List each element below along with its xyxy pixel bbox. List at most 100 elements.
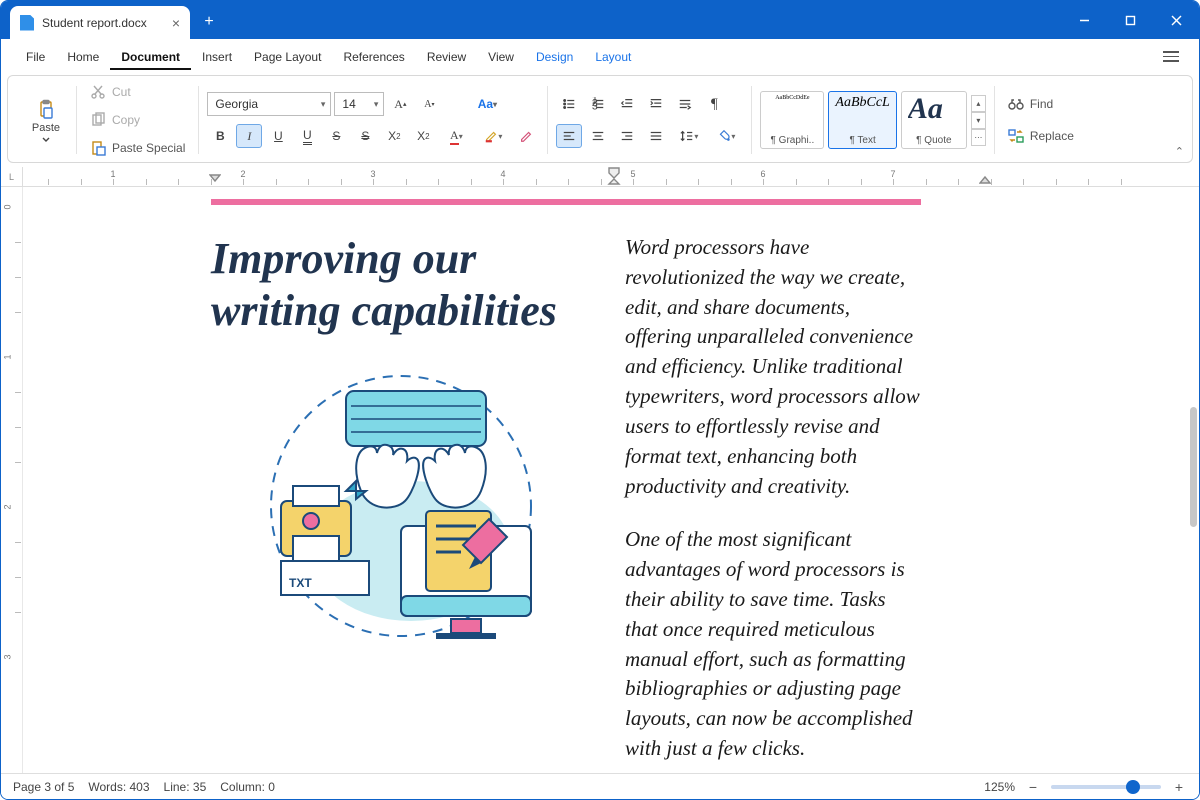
hamburger-icon[interactable]	[1157, 45, 1185, 68]
align-right-button[interactable]	[614, 124, 640, 148]
shading-button[interactable]: ▾	[709, 124, 743, 148]
italic-button[interactable]: I	[236, 124, 262, 148]
numbering-button[interactable]: 123	[585, 92, 611, 116]
status-line: Line: 35	[164, 780, 207, 794]
replace-icon	[1008, 128, 1024, 144]
shrink-font-button[interactable]: A▾	[416, 92, 442, 116]
group-clipboard-ext: Cut Copy Paste Special	[77, 82, 198, 158]
zoom-knob[interactable]	[1126, 780, 1140, 794]
paste-special-button[interactable]: Paste Special	[85, 137, 190, 159]
body-paragraph-2[interactable]: One of the most significant advantages o…	[625, 525, 921, 764]
pilcrow-button[interactable]: ¶	[701, 92, 727, 116]
zoom-slider[interactable]	[1051, 785, 1161, 789]
font-color-button[interactable]: A ▾	[439, 124, 473, 148]
body-paragraph-1[interactable]: Word processors have revolutionized the …	[625, 233, 921, 501]
bold-button[interactable]: B	[207, 124, 233, 148]
style-quote[interactable]: Aa ¶ Quote	[901, 91, 967, 149]
group-clipboard: Paste	[16, 82, 76, 158]
ellipsis-icon[interactable]: ⋯	[971, 129, 986, 146]
svg-text:3: 3	[592, 100, 598, 111]
window-controls	[1061, 1, 1199, 39]
font-name-combo[interactable]: Georgia▾	[207, 92, 331, 116]
superscript-button[interactable]: X2	[381, 124, 407, 148]
ribbon: Paste Cut Copy Paste Special Georgia▾ 14…	[7, 75, 1193, 163]
double-underline-button[interactable]: U	[294, 124, 320, 148]
style-text[interactable]: AaBbCcL ¶ Text	[828, 91, 896, 149]
zoom-value: 125%	[984, 780, 1015, 794]
indent-marker-right[interactable]	[979, 173, 991, 185]
clear-format-button[interactable]	[513, 124, 539, 148]
grow-font-button[interactable]: A▴	[387, 92, 413, 116]
chevron-down-icon: ▾	[374, 99, 379, 110]
indent-marker-column[interactable]	[607, 167, 621, 185]
menu-view[interactable]: View	[477, 44, 525, 70]
close-window-button[interactable]	[1153, 1, 1199, 39]
ltr-button[interactable]	[672, 92, 698, 116]
document-heading[interactable]: Improving our writing capabilities	[211, 233, 591, 337]
align-justify-button[interactable]	[643, 124, 669, 148]
scrollbar-thumb[interactable]	[1190, 407, 1197, 527]
zoom-out-button[interactable]: −	[1025, 779, 1041, 795]
underline-button[interactable]: U	[265, 124, 291, 148]
style-spinner[interactable]: ▴ ▾ ⋯	[971, 95, 986, 146]
document-canvas[interactable]: Improving our writing capabilities	[23, 187, 1199, 773]
replace-button[interactable]: Replace	[1003, 125, 1079, 147]
menu-file[interactable]: File	[15, 44, 56, 70]
chevron-down-icon[interactable]: ▾	[971, 112, 986, 129]
hruler[interactable]: 1 2 3 4 5 6 7	[23, 167, 1199, 187]
statusbar: Page 3 of 5 Words: 403 Line: 35 Column: …	[1, 773, 1199, 799]
group-styles: AaBbCcDdEe ¶ Graphi.. AaBbCcL ¶ Text Aa …	[752, 82, 993, 158]
page: Improving our writing capabilities	[101, 187, 1031, 773]
chevron-down-icon: ▾	[321, 99, 326, 110]
find-button[interactable]: Find	[1003, 93, 1058, 115]
style-graphic[interactable]: AaBbCcDdEe ¶ Graphi..	[760, 91, 824, 149]
maximize-button[interactable]	[1107, 1, 1153, 39]
document-tab[interactable]: Student report.docx ×	[10, 6, 190, 39]
menu-design[interactable]: Design	[525, 44, 584, 70]
menu-document[interactable]: Document	[110, 44, 191, 70]
outdent-button[interactable]	[614, 92, 640, 116]
copy-icon	[90, 112, 106, 128]
double-strike-button[interactable]: S	[352, 124, 378, 148]
paste-icon	[36, 99, 56, 119]
line-spacing-button[interactable]: ▾	[672, 124, 706, 148]
new-tab-button[interactable]: +	[194, 7, 224, 37]
subscript-button[interactable]: X2	[410, 124, 436, 148]
paste-label: Paste	[32, 122, 60, 134]
copy-button[interactable]: Copy	[85, 109, 190, 131]
highlight-button[interactable]: ▾	[476, 124, 510, 148]
strikethrough-button[interactable]: S	[323, 124, 349, 148]
bullets-button[interactable]	[556, 92, 582, 116]
align-left-button[interactable]	[556, 124, 582, 148]
indent-button[interactable]	[643, 92, 669, 116]
menu-layout[interactable]: Layout	[584, 44, 642, 70]
menu-home[interactable]: Home	[56, 44, 110, 70]
status-words: Words: 403	[88, 780, 149, 794]
app-window: Student report.docx × + File Home Docume…	[0, 0, 1200, 800]
menu-insert[interactable]: Insert	[191, 44, 243, 70]
align-center-button[interactable]	[585, 124, 611, 148]
collapse-ribbon-icon[interactable]: ⌃	[1175, 145, 1184, 158]
zoom-in-button[interactable]: +	[1171, 779, 1187, 795]
binoculars-icon	[1008, 96, 1024, 112]
ruler-corner: L	[1, 167, 23, 187]
ruler-horizontal: L 1 2 3 4 5 6 7	[1, 167, 1199, 187]
cut-icon	[90, 84, 106, 100]
chevron-up-icon[interactable]: ▴	[971, 95, 986, 112]
cut-button[interactable]: Cut	[85, 81, 190, 103]
tab-title: Student report.docx	[42, 16, 147, 30]
group-paragraph: 123 ¶ ▾ ▾	[548, 82, 751, 158]
status-column: Column: 0	[220, 780, 275, 794]
close-tab-icon[interactable]: ×	[172, 16, 180, 30]
menubar: File Home Document Insert Page Layout Re…	[1, 39, 1199, 75]
paste-button[interactable]: Paste	[24, 95, 68, 146]
editor-area: 0 1 2 3 Improving our writing capabiliti…	[1, 187, 1199, 773]
minimize-button[interactable]	[1061, 1, 1107, 39]
menu-references[interactable]: References	[332, 44, 415, 70]
change-case-button[interactable]: Aa ▾	[470, 92, 504, 116]
ruler-vertical[interactable]: 0 1 2 3	[1, 187, 23, 773]
group-editing: Find Replace	[995, 82, 1087, 158]
menu-page-layout[interactable]: Page Layout	[243, 44, 332, 70]
font-size-combo[interactable]: 14▾	[334, 92, 384, 116]
menu-review[interactable]: Review	[416, 44, 477, 70]
